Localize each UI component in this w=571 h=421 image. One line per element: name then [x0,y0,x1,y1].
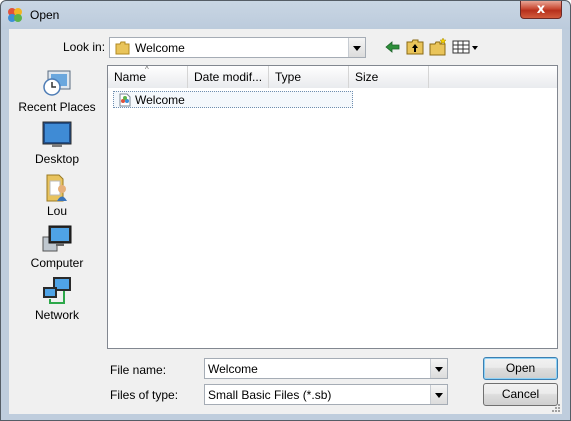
sort-ascending-icon: ^ [145,66,149,74]
file-list[interactable]: ^ Name Date modif... Type Size Welcome [107,65,558,349]
places-bar: Recent Places Desktop Lou Computer Netwo… [17,67,97,351]
views-menu-icon[interactable] [452,37,480,57]
file-row[interactable]: Welcome [113,91,353,108]
small-basic-file-icon [119,93,131,107]
folder-icon [115,41,130,55]
look-in-dropdown[interactable]: Welcome [109,37,366,58]
place-label: Computer [30,256,84,270]
cancel-button[interactable]: Cancel [483,383,558,406]
computer-icon [42,225,72,252]
app-icon [8,8,22,22]
place-computer[interactable]: Computer [17,223,97,275]
place-label: Lou [46,204,68,218]
place-label: Desktop [34,152,80,166]
file-name: Welcome [135,93,185,107]
file-name-label: File name: [110,363,167,377]
title-bar[interactable]: Open x [1,1,570,29]
close-button[interactable]: x [520,1,562,19]
back-arrow-icon[interactable] [383,37,401,57]
up-folder-icon[interactable] [406,37,424,57]
place-desktop[interactable]: Desktop [17,119,97,171]
resize-grip-icon[interactable] [549,401,561,413]
files-of-type-value: Small Basic Files (*.sb) [208,388,332,402]
open-button[interactable]: Open [483,357,558,380]
chevron-down-icon[interactable] [348,38,365,57]
dialog-body: Look in: Welcome Recent Places Desktop L… [9,29,562,414]
column-header-date-modified[interactable]: Date modif... [188,66,269,88]
file-name-value: Welcome [208,362,258,376]
column-header-type[interactable]: Type [269,66,349,88]
files-of-type-label: Files of type: [110,388,179,402]
column-header-size[interactable]: Size [349,66,429,88]
file-name-input[interactable]: Welcome [204,358,448,379]
network-icon [43,277,71,304]
close-icon: x [536,2,546,17]
user-folder-icon [46,174,67,202]
place-recent-places[interactable]: Recent Places [17,67,97,119]
column-header-name[interactable]: ^ Name [108,66,188,88]
new-folder-icon[interactable] [429,37,447,57]
place-label: Network [34,308,79,322]
column-header-filler [429,66,557,88]
open-dialog-window: Open x Look in: Welcome Recent Places De… [0,0,571,421]
place-network[interactable]: Network [17,275,97,327]
place-label: Recent Places [18,100,96,114]
window-title: Open [30,8,60,22]
chevron-down-icon[interactable] [430,359,447,378]
recent-places-icon [43,70,71,96]
place-lou[interactable]: Lou [17,171,97,223]
look-in-value: Welcome [135,41,185,55]
desktop-icon [42,121,72,147]
look-in-label: Look in: [63,40,106,54]
chevron-down-icon[interactable] [430,385,447,404]
files-of-type-dropdown[interactable]: Small Basic Files (*.sb) [204,384,448,405]
